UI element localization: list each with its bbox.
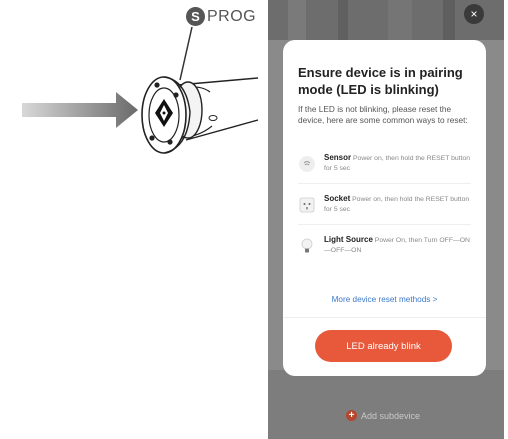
add-subdevice-label: Add subdevice bbox=[361, 410, 421, 421]
item-name: Sensor bbox=[324, 153, 352, 162]
screen-lower-bg bbox=[268, 370, 504, 439]
close-button[interactable]: × bbox=[464, 4, 484, 24]
dialog-description: If the LED is not blinking, please reset… bbox=[298, 104, 468, 125]
reset-item-light-source: Light Source Power On, then Turn OFF—ON—… bbox=[298, 225, 471, 265]
bulb-icon bbox=[298, 237, 316, 255]
motor-drawing bbox=[22, 26, 259, 154]
socket-icon bbox=[298, 196, 316, 214]
item-name: Socket bbox=[324, 194, 351, 203]
reset-item-sensor: Sensor Power on, then hold the RESET but… bbox=[298, 143, 471, 184]
sensor-icon bbox=[298, 155, 316, 173]
reset-item-socket: Socket Power on, then hold the RESET but… bbox=[298, 184, 471, 225]
callout-line bbox=[179, 26, 193, 81]
pairing-mode-dialog: Ensure device is in pairing mode (LED is… bbox=[283, 40, 486, 376]
device-illustration: S PROG bbox=[0, 0, 268, 439]
more-reset-methods-link[interactable]: More device reset methods > bbox=[283, 295, 486, 304]
reset-method-list: Sensor Power on, then hold the RESET but… bbox=[298, 143, 471, 265]
insert-arrow-icon bbox=[22, 92, 138, 128]
add-subdevice-button[interactable]: + Add subdevice bbox=[346, 410, 420, 421]
dialog-divider bbox=[283, 317, 486, 318]
dialog-title: Ensure device is in pairing mode (LED is… bbox=[298, 65, 463, 97]
led-already-blink-button[interactable]: LED already blink bbox=[315, 330, 452, 362]
plus-icon: + bbox=[346, 410, 357, 421]
item-name: Light Source bbox=[324, 235, 373, 244]
